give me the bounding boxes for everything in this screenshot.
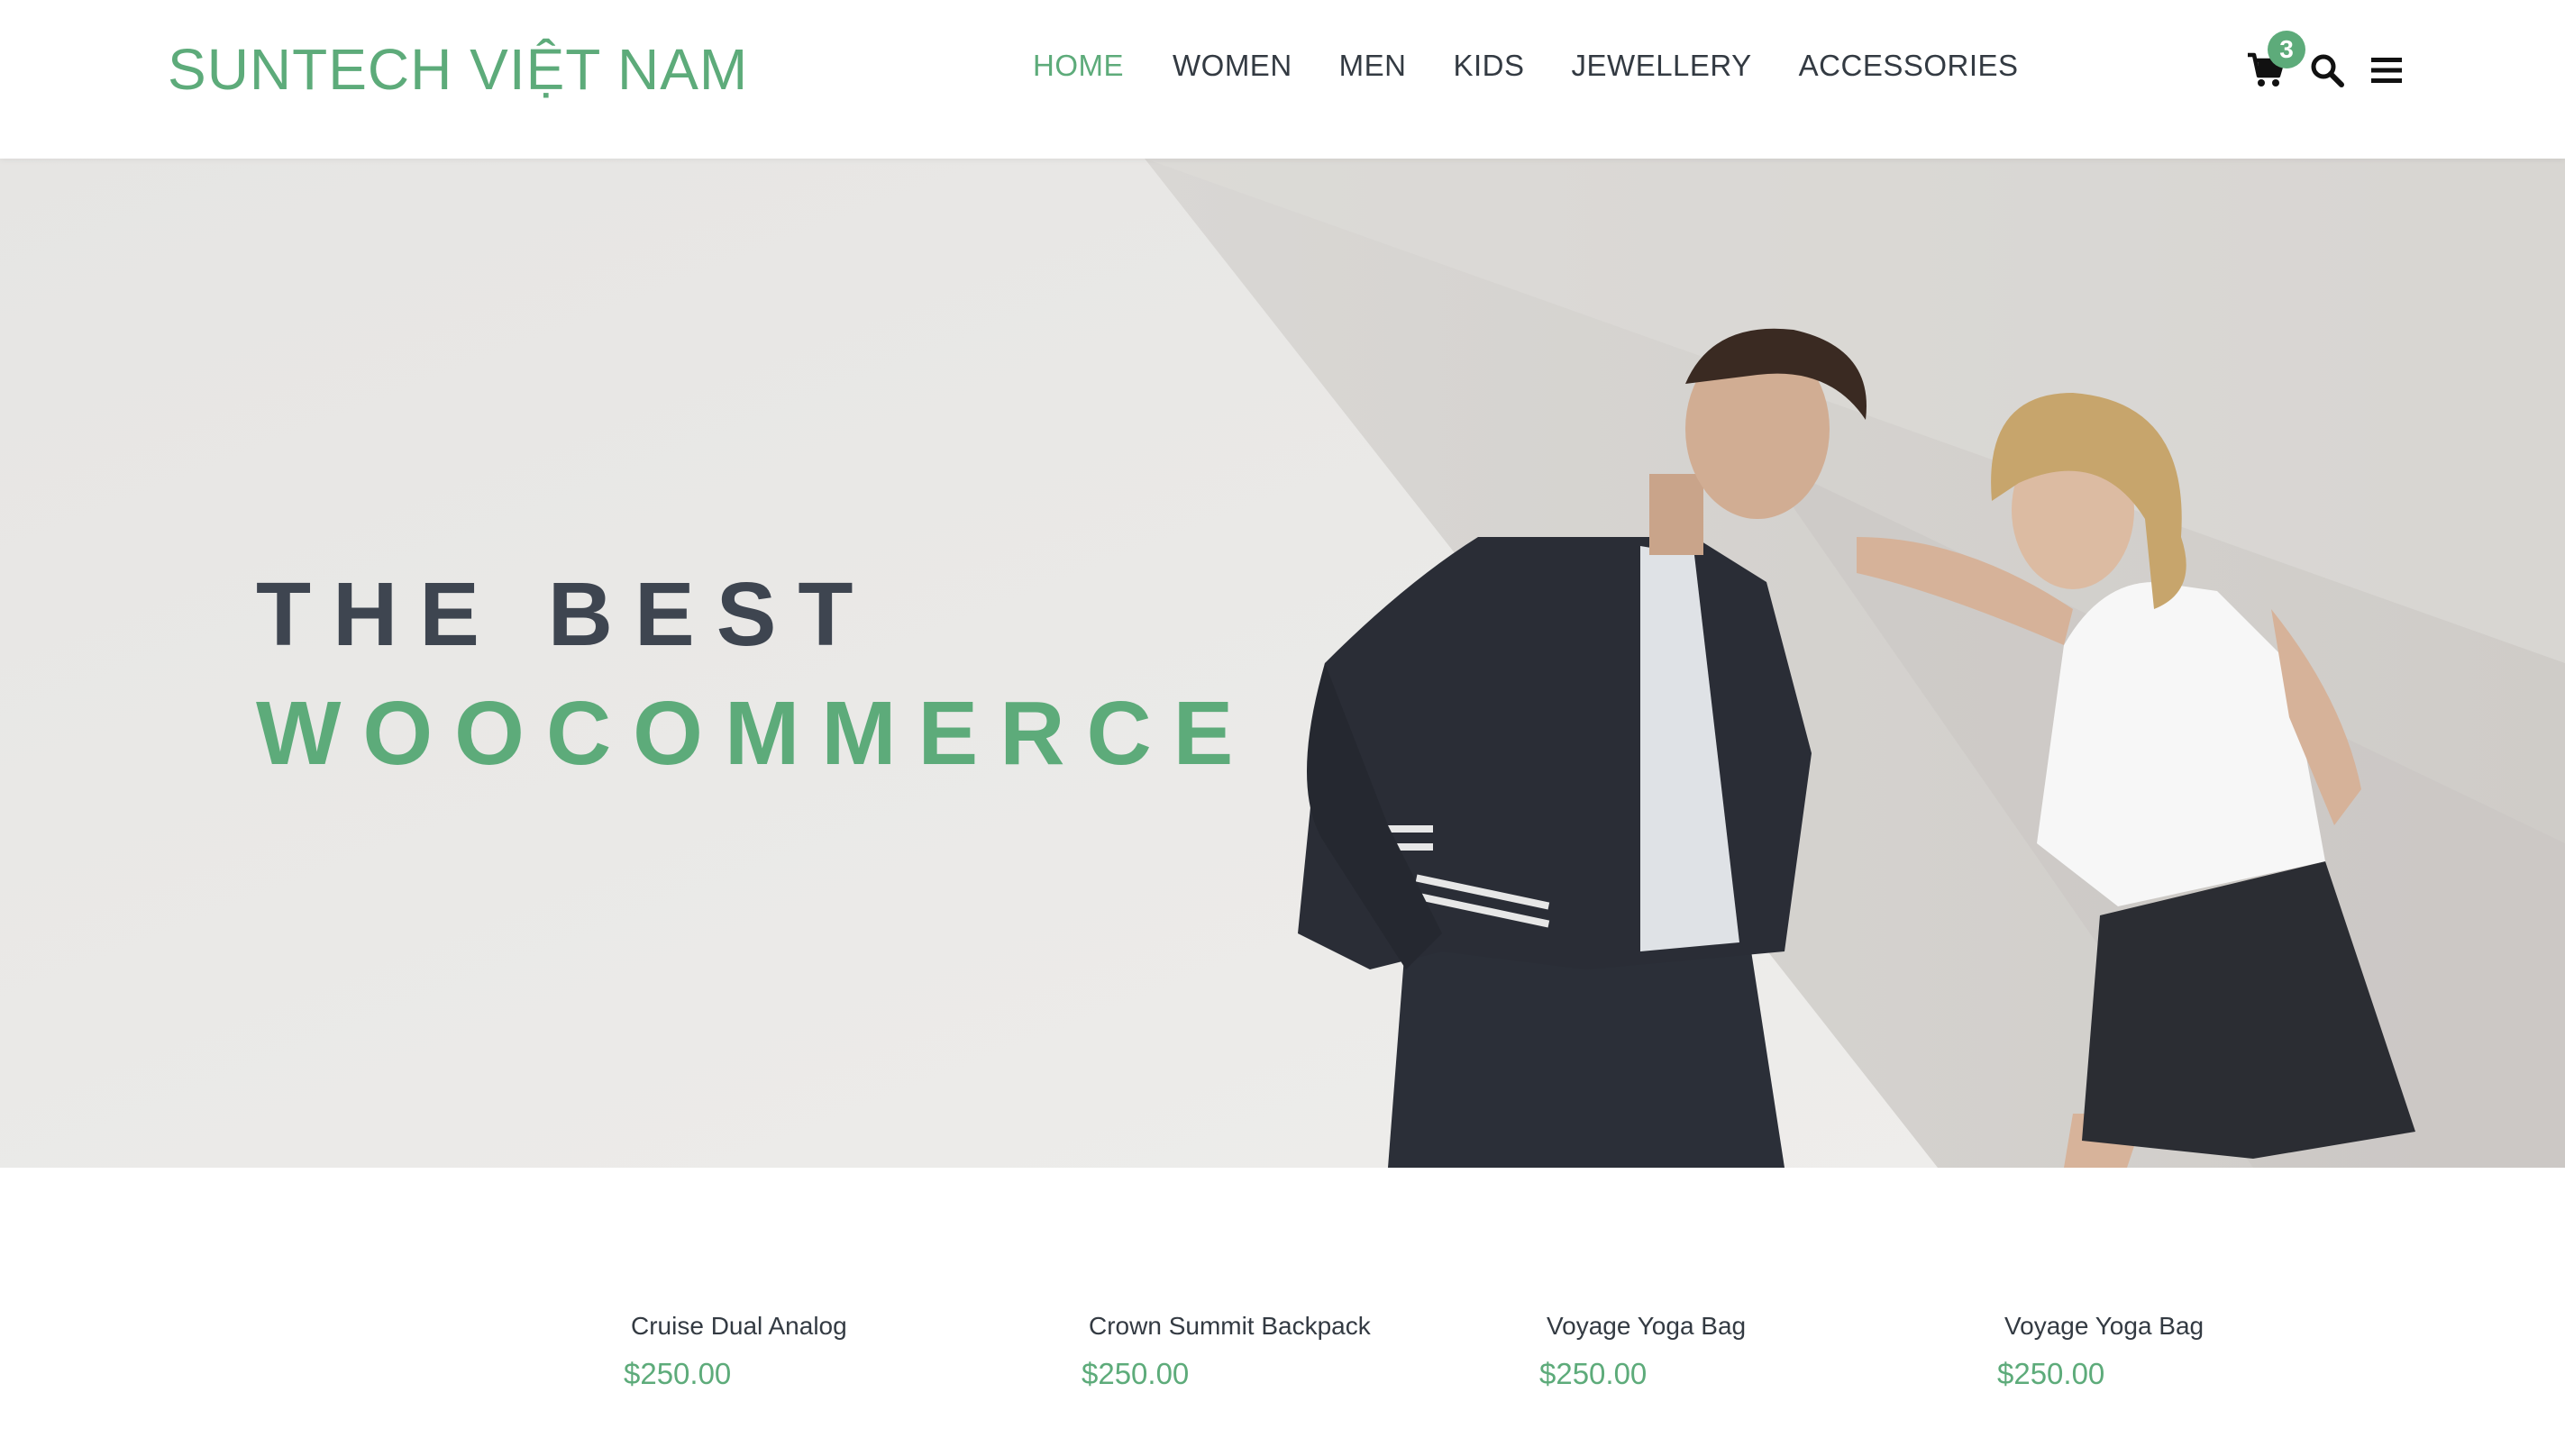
product-card[interactable]: Voyage Yoga Bag $250.00 — [1997, 1312, 2430, 1391]
nav-item-jewellery: JEWELLERY — [1572, 49, 1752, 83]
hero-banner: THE BEST WOOCOMMERCE — [0, 159, 2565, 1168]
product-price: $250.00 — [1997, 1357, 2105, 1390]
product-list: Cruise Dual Analog $250.00 Crown Summit … — [0, 1168, 2565, 1456]
product-price: $250.00 — [1539, 1357, 1648, 1390]
menu-button[interactable] — [2361, 45, 2412, 96]
search-button[interactable] — [2302, 45, 2352, 96]
hero-title: THE BEST WOOCOMMERCE — [256, 569, 1255, 778]
nav-link-home[interactable]: HOME — [1033, 49, 1124, 82]
nav-link-jewellery[interactable]: JEWELLERY — [1572, 49, 1752, 82]
nav-link-accessories[interactable]: ACCESSORIES — [1799, 49, 2019, 82]
nav-link-men[interactable]: MEN — [1339, 49, 1407, 82]
product-card[interactable]: Cruise Dual Analog $250.00 — [624, 1312, 1056, 1391]
cart-count-badge: 3 — [2268, 31, 2305, 68]
search-icon — [2311, 54, 2344, 87]
nav-item-women: WOMEN — [1173, 49, 1292, 83]
product-name[interactable]: Voyage Yoga Bag — [1547, 1312, 1972, 1341]
product-name[interactable]: Voyage Yoga Bag — [2004, 1312, 2430, 1341]
main-nav: HOME WOMEN MEN KIDS JEWELLERY ACCESSORIE… — [1033, 49, 2019, 83]
site-header: SUNTECH VIỆT NAM HOME WOMEN MEN KIDS JEW… — [0, 0, 2565, 159]
product-price: $250.00 — [624, 1357, 732, 1390]
nav-item-kids: KIDS — [1454, 49, 1525, 83]
nav-link-women[interactable]: WOMEN — [1173, 49, 1292, 82]
hero-title-line2: WOOCOMMERCE — [256, 683, 1255, 784]
nav-item-home: HOME — [1033, 49, 1124, 83]
product-card[interactable]: Voyage Yoga Bag $250.00 — [1539, 1312, 1972, 1391]
nav-item-men: MEN — [1339, 49, 1407, 83]
site-logo[interactable]: SUNTECH VIỆT NAM — [168, 36, 748, 103]
product-card[interactable]: Crown Summit Backpack $250.00 — [1082, 1312, 1514, 1391]
menu-icon — [2371, 58, 2402, 83]
nav-item-accessories: ACCESSORIES — [1799, 49, 2019, 83]
product-price: $250.00 — [1082, 1357, 1190, 1390]
cart-button[interactable]: 3 — [2241, 31, 2305, 96]
page: SUNTECH VIỆT NAM HOME WOMEN MEN KIDS JEW… — [0, 0, 2565, 1456]
nav-link-kids[interactable]: KIDS — [1454, 49, 1525, 82]
product-name[interactable]: Crown Summit Backpack — [1089, 1312, 1514, 1341]
product-name[interactable]: Cruise Dual Analog — [631, 1312, 1056, 1341]
hero-title-line1: THE BEST — [256, 564, 875, 665]
